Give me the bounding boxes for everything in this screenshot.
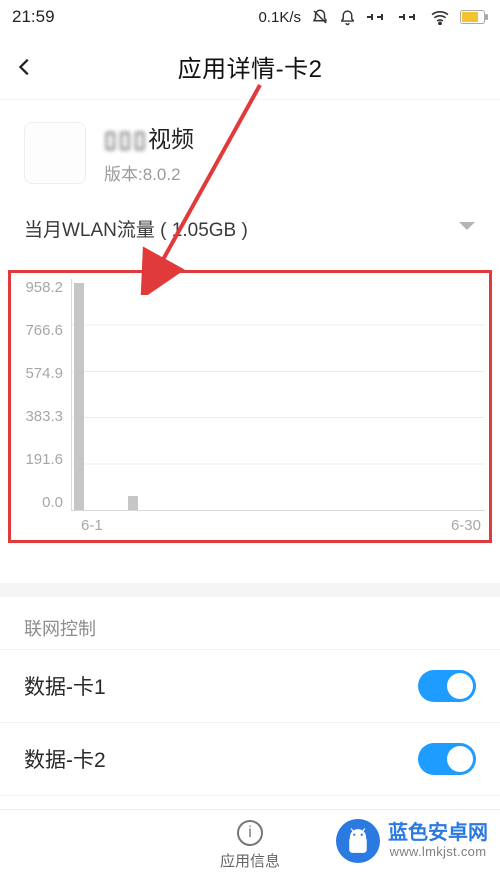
- status-time: 21:59: [12, 7, 258, 27]
- chart-x-start: 6-1: [81, 517, 103, 534]
- bell-icon: [339, 9, 356, 26]
- period-dropdown[interactable]: 当月WLAN流量 ( 1.05GB ): [0, 201, 500, 256]
- switch-label: 数据-卡2: [24, 744, 418, 774]
- chart-bar: [128, 496, 138, 510]
- signal-2-icon: [398, 10, 420, 24]
- switch-label: 数据-卡1: [24, 671, 418, 701]
- chart-x-end: 6-30: [451, 517, 481, 534]
- usage-chart: 958.2 766.6 574.9 383.3 191.6 0.0 6-1 6-30: [0, 256, 500, 583]
- info-icon: i: [237, 820, 263, 846]
- toggle-switch[interactable]: [418, 743, 476, 775]
- app-info-label: 应用信息: [220, 850, 280, 871]
- chevron-left-icon: [14, 56, 36, 78]
- network-switch-row: 数据-卡2: [0, 722, 500, 795]
- page-title: 应用详情-卡2: [178, 49, 323, 84]
- period-label: 当月WLAN流量 ( 1.05GB ): [24, 215, 458, 242]
- watermark-title: 蓝色安卓网: [388, 822, 488, 845]
- chart-y-tick: 766.6: [25, 322, 63, 339]
- wifi-icon: [430, 9, 450, 25]
- chart-highlight-frame: 958.2 766.6 574.9 383.3 191.6 0.0 6-1 6-30: [8, 270, 492, 543]
- chart-y-tick: 191.6: [25, 451, 63, 468]
- back-button[interactable]: [14, 34, 36, 99]
- battery-icon: [460, 10, 488, 24]
- watermark: 蓝色安卓网 www.lmkjst.com: [336, 819, 488, 863]
- app-version: 版本:8.0.2: [104, 160, 194, 185]
- chart-y-tick: 383.3: [25, 408, 63, 425]
- chevron-down-icon: [458, 220, 476, 238]
- chart-y-tick: 0.0: [42, 494, 63, 511]
- chart-x-axis: 6-1 6-30: [71, 511, 485, 534]
- app-name: ▯▯▯视频: [104, 120, 194, 154]
- network-section-title: 联网控制: [0, 597, 500, 649]
- chart-bar: [74, 283, 84, 510]
- chart-y-axis: 958.2 766.6 574.9 383.3 191.6 0.0: [15, 279, 71, 511]
- network-switch-row: 数据-卡1: [0, 649, 500, 722]
- chart-y-tick: 574.9: [25, 365, 63, 382]
- chart-y-tick: 958.2: [25, 279, 63, 296]
- watermark-url: www.lmkjst.com: [388, 845, 488, 860]
- app-info: ▯▯▯视频 版本:8.0.2: [0, 100, 500, 201]
- signal-1-icon: [366, 10, 388, 24]
- status-bar: 21:59 0.1K/s: [0, 0, 500, 34]
- status-netspeed: 0.1K/s: [258, 9, 301, 26]
- toggle-switch[interactable]: [418, 670, 476, 702]
- dnd-icon: [311, 8, 329, 26]
- app-icon: [24, 122, 86, 184]
- page-header: 应用详情-卡2: [0, 34, 500, 100]
- chart-plot-area: [71, 279, 485, 511]
- android-mascot-icon: [336, 819, 380, 863]
